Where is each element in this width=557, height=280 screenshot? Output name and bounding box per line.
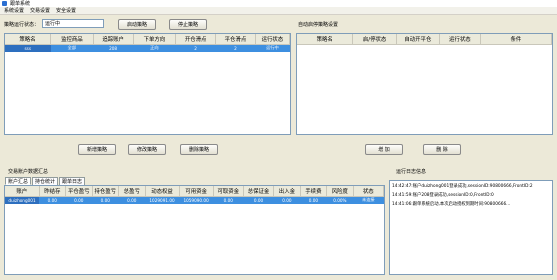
account-grid[interactable]: 账户 昨结存 平仓盈亏 持仓盈亏 总盈亏 动态权益 可用资金 可取资金 总保证金… — [4, 185, 385, 275]
account-col-status[interactable]: 状态 — [353, 186, 384, 197]
table-row[interactable]: duizhong001 0.00 0.00 0.00 0.00 1029091.… — [5, 196, 384, 204]
strategy-col-open-slip[interactable]: 开仓滑点 — [175, 34, 217, 45]
account-col-position-pnl[interactable]: 持仓盈亏 — [92, 186, 120, 197]
log-section-label: 运行日志信息 — [396, 169, 427, 175]
strategy-col-account[interactable]: 追踪账户 — [93, 34, 134, 45]
strategy-col-status[interactable]: 运行状态 — [255, 34, 290, 45]
auto-col-condition[interactable]: 条件 — [480, 34, 552, 45]
app-icon — [2, 1, 7, 6]
account-col-available[interactable]: 可用资金 — [179, 186, 214, 197]
auto-col-name[interactable]: 策略名 — [297, 34, 354, 45]
new-strategy-button[interactable]: 新增策略 — [78, 144, 116, 155]
strategy-col-close-slip[interactable]: 平仓滑点 — [215, 34, 256, 45]
strategy-col-product[interactable]: 监控商品 — [50, 34, 94, 45]
account-cell: 0.00 — [118, 196, 145, 204]
account-col-prev-balance[interactable]: 昨结存 — [39, 186, 67, 197]
account-cell: 0.00 — [273, 196, 301, 204]
menu-system-settings[interactable]: 系统设置 — [4, 7, 24, 14]
strategy-cell: 208 — [93, 44, 134, 52]
account-tabs: 账户汇总 持仓统计 跟单日志 — [5, 177, 86, 185]
auto-col-auto-open-close[interactable]: 自动开平仓 — [396, 34, 440, 45]
account-col-total-pnl[interactable]: 总盈亏 — [118, 186, 146, 197]
account-cell: 0.00 — [300, 196, 327, 204]
tab-position-stats[interactable]: 持仓统计 — [32, 177, 59, 185]
account-col-risk[interactable]: 风险度 — [326, 186, 354, 197]
account-cell: 未连接 — [353, 196, 384, 204]
strategy-cell: 2 — [175, 44, 216, 52]
table-row[interactable]: sss 全部 208 正向 2 2 运行中 — [5, 44, 290, 52]
account-cell: duizhong001 — [5, 196, 40, 204]
account-cell: 1059090.00 — [179, 196, 214, 204]
strategy-col-name[interactable]: 策略名 — [5, 34, 52, 45]
account-col-fee[interactable]: 手续费 — [300, 186, 328, 197]
strategy-cell: 2 — [215, 44, 256, 52]
strategy-col-direction[interactable]: 下单方向 — [133, 34, 177, 45]
auto-settings-label: 自动启停策略设置 — [298, 22, 339, 28]
account-col-account[interactable]: 账户 — [5, 186, 40, 197]
remove-button[interactable]: 删 除 — [423, 144, 461, 155]
window-title-bar: 跟单系统 — [0, 0, 557, 7]
start-strategy-button[interactable]: 启动策略 — [118, 19, 156, 30]
strategy-grid[interactable]: 策略名 监控商品 追踪账户 下单方向 开仓滑点 平仓滑点 运行状态 sss 全部… — [4, 33, 291, 135]
account-col-margin[interactable]: 总保证金 — [243, 186, 275, 197]
tab-account-summary[interactable]: 账户汇总 — [5, 177, 32, 185]
account-col-deposit[interactable]: 出入金 — [273, 186, 301, 197]
account-cell: 1029091.00 — [145, 196, 180, 204]
account-cell: 0.00% — [326, 196, 354, 204]
stop-strategy-button[interactable]: 停止策略 — [169, 19, 207, 30]
add-button[interactable]: 增 加 — [365, 144, 403, 155]
strategy-cell: 运行中 — [255, 44, 290, 52]
strategy-status-field: 运行中 — [42, 19, 104, 28]
account-col-withdrawable[interactable]: 可取资金 — [213, 186, 244, 197]
auto-col-status[interactable]: 运行状态 — [439, 34, 481, 45]
account-cell: 0.00 — [213, 196, 244, 204]
window-title: 跟单系统 — [10, 1, 31, 7]
account-cell: 0.00 — [243, 196, 274, 204]
log-panel[interactable]: 14:42:47:账户duizhong001登录成功,sessionID:908… — [389, 180, 553, 275]
strategy-status-label: 策略运行状态： — [4, 22, 40, 28]
strategy-status-value: 运行中 — [45, 21, 61, 27]
account-cell: 0.00 — [39, 196, 66, 204]
strategy-cell: sss — [5, 44, 51, 52]
log-line: 14:42:47:账户duizhong001登录成功,sessionID:908… — [392, 184, 533, 189]
menu-trade-settings[interactable]: 交易设置 — [30, 7, 50, 14]
menu-bar: 系统设置 交易设置 安全设置 — [0, 7, 557, 15]
strategy-cell: 全部 — [50, 44, 94, 52]
account-cell: 0.00 — [92, 196, 119, 204]
menu-security-settings[interactable]: 安全设置 — [56, 7, 76, 14]
auto-strategy-grid[interactable]: 策略名 启/停状态 自动开平仓 运行状态 条件 — [296, 33, 553, 135]
account-col-close-pnl[interactable]: 平仓盈亏 — [65, 186, 93, 197]
modify-strategy-button[interactable]: 修改策略 — [128, 144, 166, 155]
strategy-cell: 正向 — [133, 44, 176, 52]
account-section-label: 交易账户数据汇总 — [8, 169, 49, 175]
delete-strategy-button[interactable]: 删除策略 — [180, 144, 218, 155]
log-line: 14:41:06:跟单系统启动,本次启动授权到期时间:90800666... — [392, 202, 511, 207]
account-cell: 0.00 — [65, 196, 93, 204]
account-col-equity[interactable]: 动态权益 — [145, 186, 180, 197]
tab-follow-log[interactable]: 跟单日志 — [59, 177, 86, 185]
log-line: 14:41:59:账户208登录成功,sessionID:0,FrontID:0 — [392, 193, 494, 198]
auto-col-start-stop[interactable]: 启/停状态 — [352, 34, 397, 45]
